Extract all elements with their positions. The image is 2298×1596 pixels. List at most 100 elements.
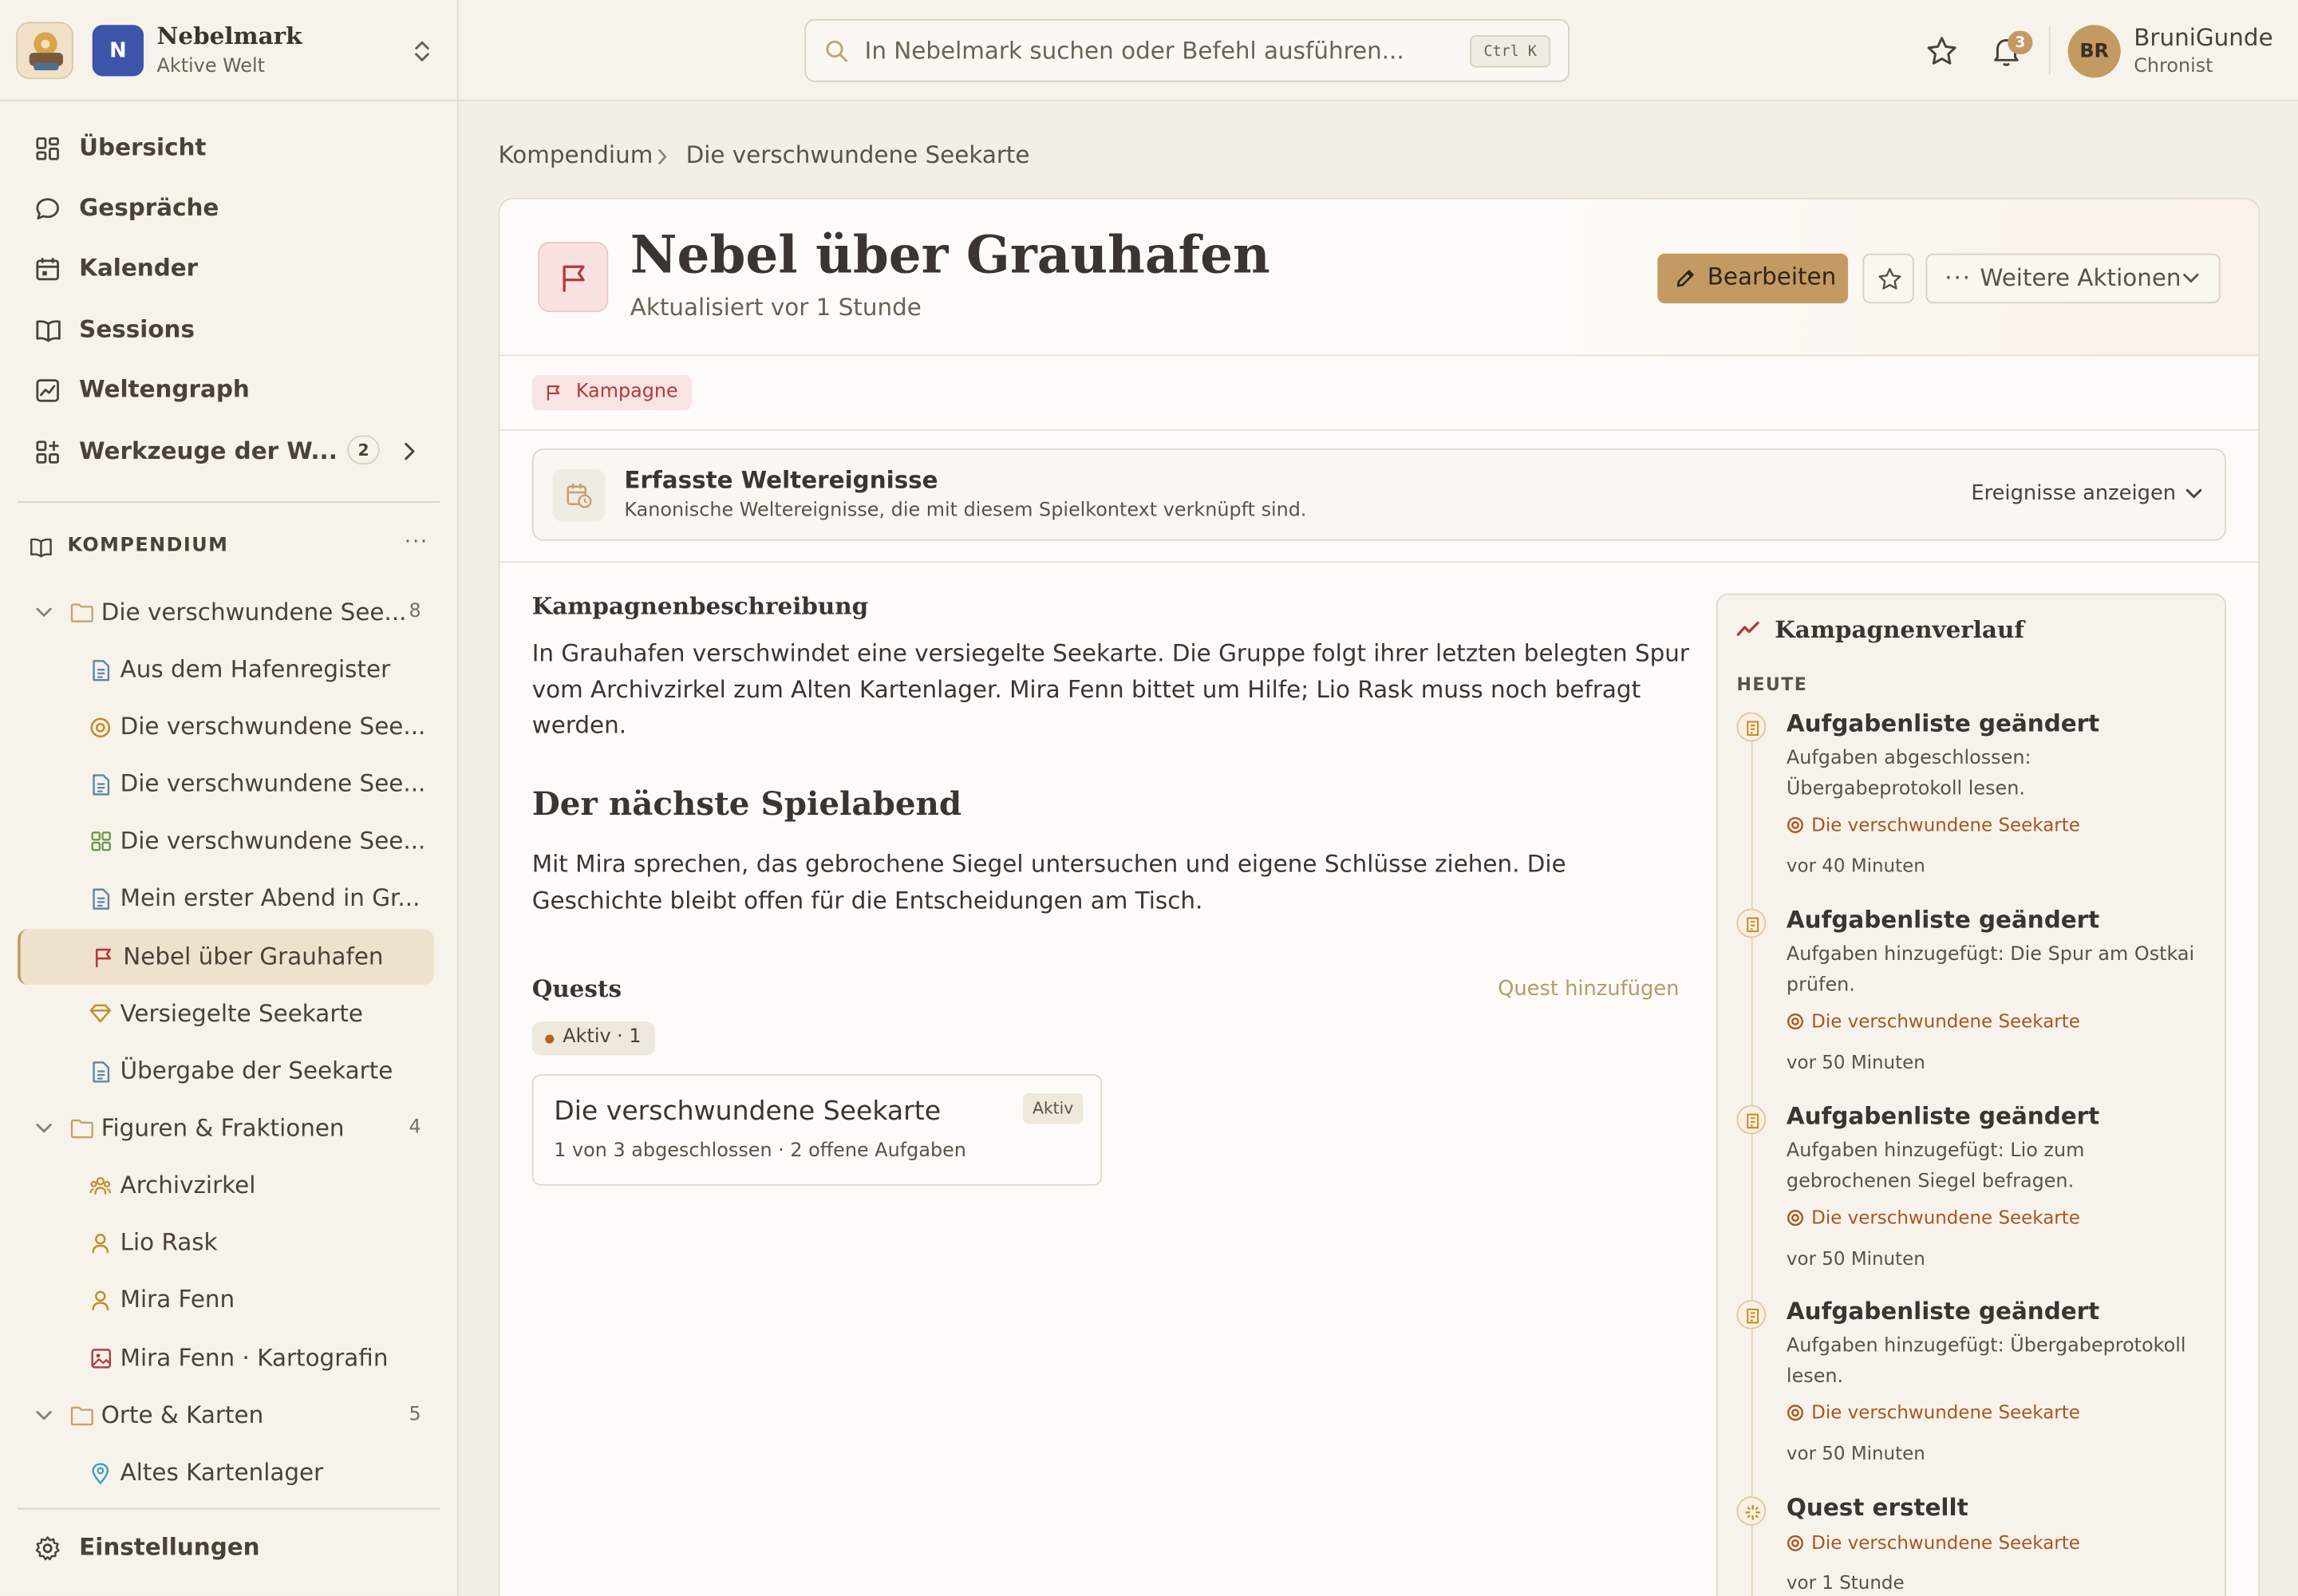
nav-label: Werkzeuge der W... [79, 437, 338, 465]
settings-label: Einstellungen [79, 1532, 260, 1561]
chevron-down-icon[interactable] [2185, 488, 2203, 500]
tree-label: Die verschwundene See... [120, 826, 426, 855]
divider [499, 561, 2259, 563]
app-root: N Nebelmark Aktive Welt Übersicht Gesprä… [0, 0, 2298, 1596]
filter-label: Aktiv · 1 [563, 1025, 642, 1049]
gem-icon [89, 1004, 111, 1023]
favorite-button[interactable] [1862, 253, 1914, 304]
tree-label: Die verschwundene See... [101, 598, 407, 626]
target-icon [1787, 1013, 1803, 1030]
favorite-star-icon[interactable] [1925, 35, 1957, 67]
sidebar: N Nebelmark Aktive Welt Übersicht Gesprä… [0, 0, 459, 1596]
tree-item[interactable]: Die verschwundene See... [18, 813, 434, 869]
world-events-panel[interactable]: Erfasste Weltereignisse Kanonische Welte… [531, 448, 2226, 541]
chevron-right-icon[interactable] [401, 441, 416, 462]
page-updated: Aktualisiert vor 1 Stunde [630, 293, 922, 322]
divider [2048, 26, 2051, 75]
timeline-dot [1736, 908, 1767, 938]
workspace-switcher[interactable]: N Nebelmark Aktive Welt [0, 0, 459, 101]
flag-icon [563, 265, 585, 292]
nav-tools[interactable]: Werkzeuge der W... 2 [0, 424, 459, 480]
folder-icon [70, 603, 93, 622]
entry-link-label: Die verschwundene Seekarte [1811, 1206, 2080, 1228]
add-quest-button[interactable]: Quest hinzufügen [1498, 978, 1679, 1001]
breadcrumb-current[interactable]: Die verschwundene Seekarte [686, 140, 1030, 168]
nav-label: Sessions [79, 314, 195, 343]
dots-icon: ··· [1945, 263, 1972, 292]
chevron-down-icon[interactable] [35, 1123, 53, 1135]
tree-folder[interactable]: Die verschwundene See... 8 [18, 585, 434, 641]
document-icon [93, 1061, 110, 1083]
nav-conversations[interactable]: Gespräche [0, 180, 459, 236]
checklist-icon [1747, 1113, 1759, 1129]
tree-folder[interactable]: Orte & Karten 5 [18, 1388, 434, 1444]
compendium-more-button[interactable]: ··· [405, 531, 428, 554]
tree-item[interactable]: Altes Kartenlager [18, 1445, 434, 1501]
entry-time: vor 50 Minuten [1786, 1246, 1925, 1270]
search-input[interactable]: In Nebelmark suchen oder Befehl ausführe… [804, 18, 1570, 82]
user-name[interactable]: BruniGunde [2134, 23, 2272, 51]
chevron-down-icon[interactable] [35, 1410, 53, 1422]
tree-item[interactable]: Lio Rask [18, 1215, 434, 1270]
tree-count: 8 [409, 600, 421, 623]
target-icon [1787, 1535, 1803, 1551]
entry-description: Aufgaben abgeschlossen: Übergabeprotokol… [1786, 747, 2031, 800]
entry-link-label: Die verschwundene Seekarte [1811, 1531, 2080, 1554]
book-icon [30, 538, 52, 558]
tree-label: Die verschwundene See... [120, 712, 426, 741]
nav-worldgraph[interactable]: Weltengraph [0, 362, 459, 418]
folder-icon [70, 1119, 93, 1139]
checklist-icon [1747, 721, 1759, 737]
tree-item[interactable]: Die verschwundene See... [18, 699, 434, 755]
nav-label: Kalender [79, 253, 199, 282]
tree-label: Mira Fenn [120, 1285, 235, 1314]
tree-label: Mein erster Abend in Gr... [120, 883, 421, 912]
page-title: Nebel über Grauhafen [630, 225, 1270, 286]
tree-item[interactable]: Übergabe der Seekarte [18, 1044, 434, 1100]
edit-button[interactable]: Bearbeiten [1657, 253, 1849, 304]
chevron-up-down-icon[interactable] [412, 38, 432, 65]
tree-item[interactable]: Archivzirkel [18, 1158, 434, 1214]
nav-label: Übersicht [79, 133, 207, 162]
tree-item[interactable]: Versiegelte Seekarte [18, 986, 434, 1042]
tree-item[interactable]: Mira Fenn · Kartografin [18, 1331, 434, 1387]
entry-title: Aufgabenliste geändert [1786, 709, 2100, 737]
tree-item[interactable]: Aus dem Hafenregister [18, 642, 434, 697]
nav-sessions[interactable]: Sessions [0, 302, 459, 358]
tree-label: Archivzirkel [120, 1171, 256, 1199]
avatar[interactable]: BR [2067, 25, 2121, 78]
chevron-down-icon[interactable] [35, 606, 53, 618]
next-session-heading: Der nächste Spielabend [531, 785, 962, 824]
tree-item[interactable]: Die verschwundene See... [18, 757, 434, 812]
entry-link-label: Die verschwundene Seekarte [1811, 1009, 2080, 1032]
nav-settings[interactable]: Einstellungen [0, 1519, 459, 1575]
chevron-right-icon [658, 148, 667, 165]
tree-folder[interactable]: Figuren & Fraktionen 4 [18, 1100, 434, 1156]
tree-item[interactable]: Mein erster Abend in Gr... [18, 871, 434, 926]
tree-item[interactable]: Mira Fenn [18, 1272, 434, 1328]
tree-label: Lio Rask [120, 1227, 218, 1256]
more-actions-button[interactable]: ··· Weitere Aktionen [1925, 253, 2221, 304]
nav-calendar[interactable]: Kalender [0, 240, 459, 296]
entry-time: vor 40 Minuten [1786, 854, 1925, 877]
sparkle-icon [1745, 1505, 1760, 1520]
quest-filter-active[interactable]: Aktiv · 1 [531, 1021, 656, 1056]
tree-item-selected[interactable]: Nebel über Grauhafen [18, 929, 434, 986]
tools-icon [36, 440, 59, 464]
quest-card[interactable]: Die verschwundene Seekarte Aktiv 1 von 3… [531, 1074, 1103, 1186]
chat-icon [36, 198, 59, 220]
campaign-type-badge [538, 242, 609, 313]
entry-time: vor 1 Stunde [1786, 1570, 1905, 1594]
target-icon [90, 717, 111, 738]
campaign-tag[interactable]: Kampagne [531, 375, 692, 411]
nav-overview[interactable]: Übersicht [0, 120, 459, 176]
tree-label: Mira Fenn · Kartografin [120, 1344, 389, 1372]
status-badge: Aktiv [1023, 1093, 1084, 1124]
show-events-button[interactable]: Ereignisse anzeigen [1971, 482, 2176, 505]
page-header: Nebel über Grauhafen Aktualisiert vor 1 … [499, 199, 2259, 357]
compendium-title: KOMPENDIUM [67, 535, 229, 557]
breadcrumb-root[interactable]: Kompendium [498, 140, 653, 168]
more-actions-label: Weitere Aktionen [1980, 263, 2182, 292]
next-session-text: Mit Mira sprechen, das gebrochene Siegel… [531, 850, 1566, 915]
document-icon [93, 774, 110, 796]
